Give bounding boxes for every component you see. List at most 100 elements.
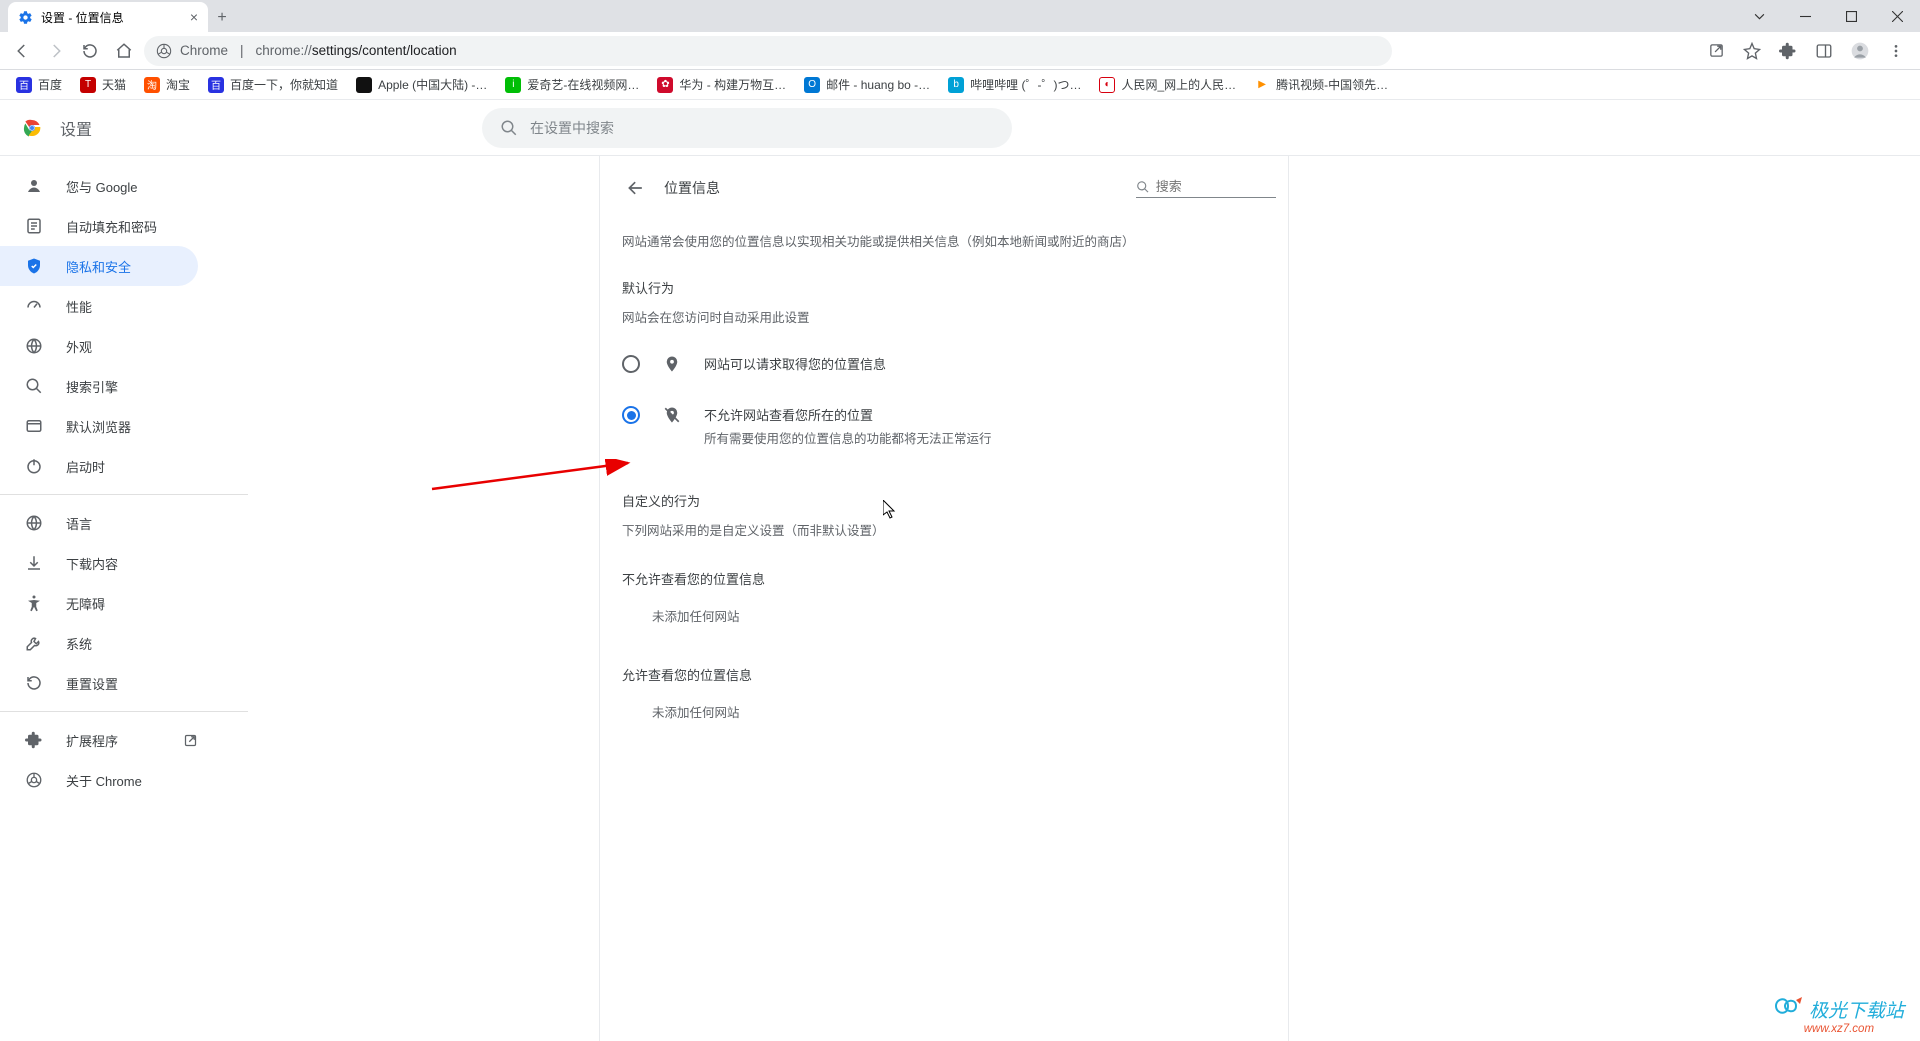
radio-block-sublabel: 所有需要使用您的位置信息的功能都将无法正常运行	[704, 428, 992, 447]
new-tab-button[interactable]: +	[208, 4, 236, 32]
sidebar-item-accessibility[interactable]: 无障碍	[0, 583, 198, 623]
address-bar[interactable]: Chrome | chrome://settings/content/locat…	[144, 36, 1392, 66]
radio-unchecked-icon[interactable]	[622, 355, 640, 373]
settings-main-panel: 位置信息 网站通常会使用您的位置信息以实现相关功能或提供相关信息（例如本地新闻或…	[599, 156, 1289, 1041]
window-titlebar: 设置 - 位置信息 × +	[0, 0, 1920, 32]
sidebar-item-on-startup[interactable]: 启动时	[0, 446, 198, 486]
settings-gear-icon	[18, 10, 33, 25]
bookmark-item[interactable]: ▶腾讯视频-中国领先…	[1248, 74, 1394, 95]
wrench-icon	[24, 633, 44, 653]
allowed-list-title: 允许查看您的位置信息	[622, 665, 1280, 684]
menu-icon[interactable]	[1880, 37, 1912, 65]
browser-tab[interactable]: 设置 - 位置信息 ×	[8, 2, 208, 32]
blocked-list-title: 不允许查看您的位置信息	[622, 569, 1280, 588]
forward-button[interactable]	[42, 37, 70, 65]
location-icon	[662, 355, 682, 373]
sidebar-item-reset[interactable]: 重置设置	[0, 663, 198, 703]
radio-option-allow[interactable]: 网站可以请求取得您的位置信息	[622, 350, 1280, 377]
search-icon	[500, 119, 518, 137]
default-behavior-title: 默认行为	[622, 278, 1280, 297]
sidebar-item-autofill[interactable]: 自动填充和密码	[0, 206, 198, 246]
allowed-list-empty: 未添加任何网站	[652, 702, 1280, 721]
sidepanel-icon[interactable]	[1808, 37, 1840, 65]
chevron-down-icon[interactable]	[1736, 0, 1782, 32]
watermark: 极光下载站 www.xz7.com	[1774, 995, 1904, 1035]
panel-title: 位置信息	[664, 178, 720, 198]
panel-back-button[interactable]	[622, 174, 650, 202]
speedometer-icon	[24, 296, 44, 316]
sidebar-item-downloads[interactable]: 下载内容	[0, 543, 198, 583]
url-host: Chrome	[180, 43, 228, 58]
sidebar-divider	[0, 494, 248, 495]
bookmark-item[interactable]: Apple (中国大陆) -…	[350, 74, 493, 95]
shield-icon	[24, 256, 44, 276]
bookmark-item[interactable]: 百百度	[10, 74, 68, 95]
window-minimize-button[interactable]	[1782, 0, 1828, 32]
sidebar-item-you-and-google[interactable]: 您与 Google	[0, 166, 198, 206]
external-link-icon	[183, 733, 198, 748]
sidebar-item-system[interactable]: 系统	[0, 623, 198, 663]
accessibility-icon	[24, 593, 44, 613]
panel-search-field[interactable]	[1156, 179, 1276, 194]
sidebar-item-search-engine[interactable]: 搜索引擎	[0, 366, 198, 406]
panel-description: 网站通常会使用您的位置信息以实现相关功能或提供相关信息（例如本地新闻或附近的商店…	[622, 232, 1280, 252]
sidebar-item-default-browser[interactable]: 默认浏览器	[0, 406, 198, 446]
profile-icon[interactable]	[1844, 37, 1876, 65]
globe-icon	[24, 513, 44, 533]
power-icon	[24, 456, 44, 476]
home-button[interactable]	[110, 37, 138, 65]
extensions-icon[interactable]	[1772, 37, 1804, 65]
back-button[interactable]	[8, 37, 36, 65]
settings-title: 设置	[60, 116, 92, 140]
sidebar-item-language[interactable]: 语言	[0, 503, 198, 543]
person-icon	[24, 176, 44, 196]
download-icon	[24, 553, 44, 573]
panel-search-input[interactable]	[1136, 179, 1276, 198]
bookmark-item[interactable]: b哔哩哔哩 (゜-゜)つ…	[942, 74, 1087, 95]
star-icon[interactable]	[1736, 37, 1768, 65]
radio-option-block[interactable]: 不允许网站查看您所在的位置 所有需要使用您的位置信息的功能都将无法正常运行	[622, 401, 1280, 451]
bookmark-item[interactable]: 百百度一下，你就知道	[202, 74, 344, 95]
sidebar-divider	[0, 711, 248, 712]
bookmark-item[interactable]: ✿华为 - 构建万物互…	[651, 74, 792, 95]
watermark-logo-icon	[1774, 995, 1804, 1017]
autofill-icon	[24, 216, 44, 236]
puzzle-icon	[24, 730, 44, 750]
window-close-button[interactable]	[1874, 0, 1920, 32]
tab-close-icon[interactable]: ×	[190, 9, 198, 25]
tab-title: 设置 - 位置信息	[41, 9, 124, 26]
share-icon[interactable]	[1700, 37, 1732, 65]
window-controls	[1736, 0, 1920, 32]
sidebar-item-extensions[interactable]: 扩展程序	[0, 720, 198, 760]
chrome-logo-icon	[20, 116, 44, 140]
default-behavior-subtitle: 网站会在您访问时自动采用此设置	[622, 307, 1280, 326]
bookmark-item[interactable]: i爱奇艺-在线视频网…	[499, 74, 645, 95]
chrome-icon	[156, 43, 172, 59]
bookmark-item[interactable]: 淘淘宝	[138, 74, 196, 95]
browser-icon	[24, 416, 44, 436]
bookmark-item[interactable]: ◐人民网_网上的人民…	[1093, 74, 1242, 95]
appearance-icon	[24, 336, 44, 356]
reset-icon	[24, 673, 44, 693]
settings-sidebar: 您与 Google 自动填充和密码 隐私和安全 性能 外观 搜索引擎 默认浏览器…	[0, 156, 256, 1041]
blocked-list-empty: 未添加任何网站	[652, 606, 1280, 625]
sidebar-item-privacy[interactable]: 隐私和安全	[0, 246, 198, 286]
search-icon	[1136, 179, 1150, 195]
sidebar-item-appearance[interactable]: 外观	[0, 326, 198, 366]
settings-search-input[interactable]: 在设置中搜索	[482, 108, 1012, 148]
sidebar-item-performance[interactable]: 性能	[0, 286, 198, 326]
chrome-outline-icon	[24, 770, 44, 790]
radio-allow-label: 网站可以请求取得您的位置信息	[704, 354, 886, 373]
custom-behavior-title: 自定义的行为	[622, 491, 1280, 510]
bookmark-item[interactable]: O邮件 - huang bo -…	[798, 74, 936, 95]
sidebar-item-about[interactable]: 关于 Chrome	[0, 760, 198, 800]
radio-checked-icon[interactable]	[622, 406, 640, 424]
window-maximize-button[interactable]	[1828, 0, 1874, 32]
radio-block-label: 不允许网站查看您所在的位置	[704, 405, 992, 424]
browser-toolbar: Chrome | chrome://settings/content/locat…	[0, 32, 1920, 70]
settings-search-placeholder: 在设置中搜索	[530, 118, 614, 138]
bookmark-item[interactable]: T天猫	[74, 74, 132, 95]
reload-button[interactable]	[76, 37, 104, 65]
bookmarks-bar: 百百度 T天猫 淘淘宝 百百度一下，你就知道 Apple (中国大陆) -… i…	[0, 70, 1920, 100]
settings-header: 设置 在设置中搜索	[0, 100, 1920, 156]
